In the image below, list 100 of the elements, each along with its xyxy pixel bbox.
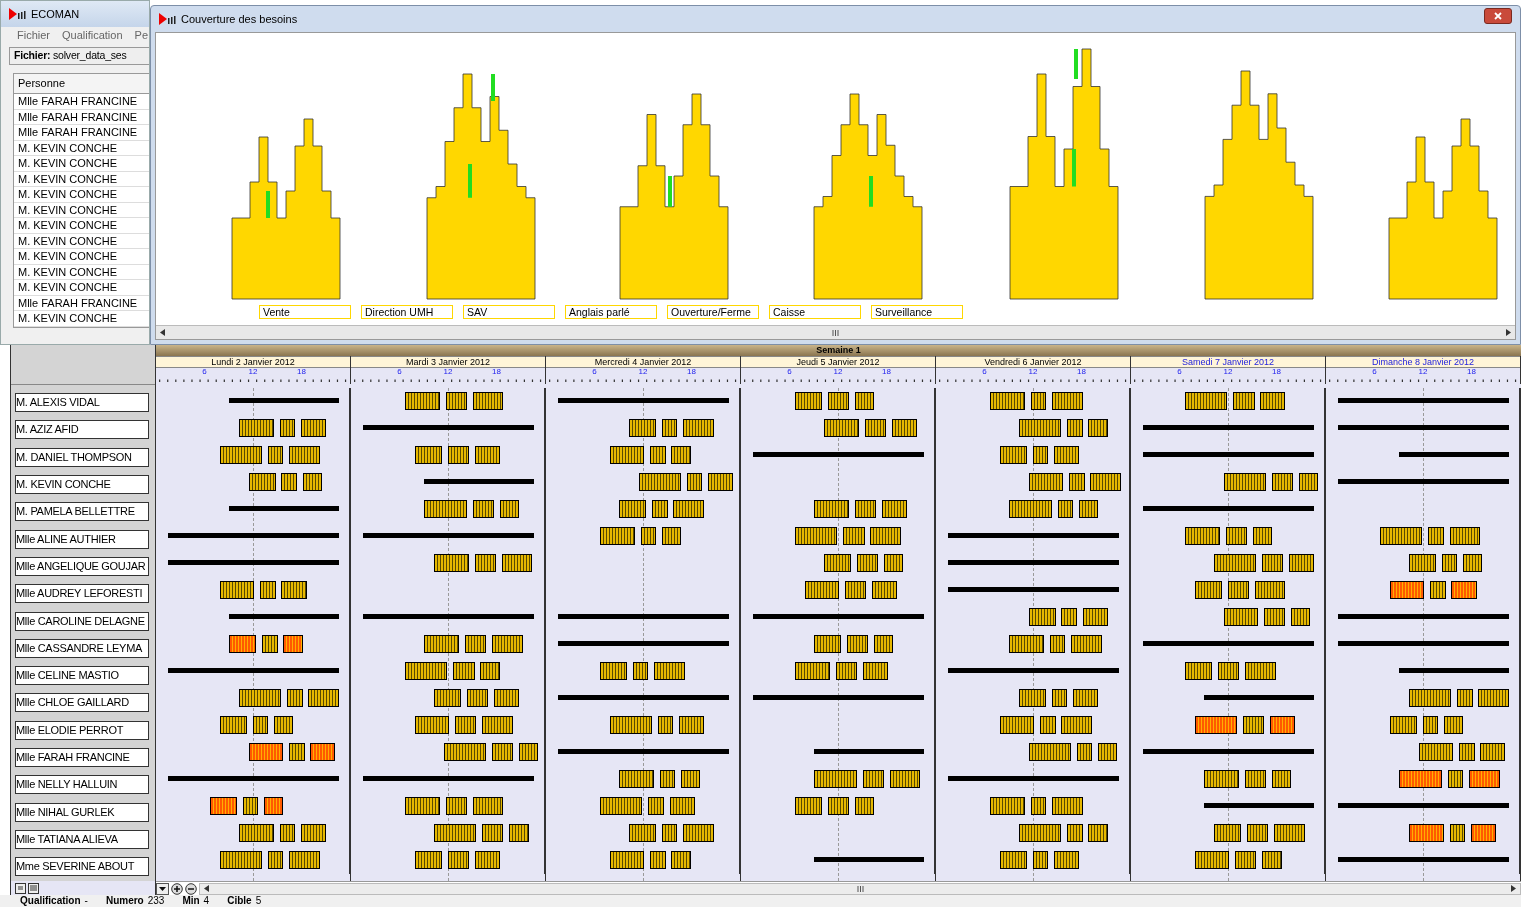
shift-block[interactable] xyxy=(219,716,247,734)
shift-block[interactable] xyxy=(1019,824,1062,842)
shift-block[interactable] xyxy=(657,716,674,734)
shift-block[interactable] xyxy=(661,419,678,437)
list-item[interactable]: M. KEVIN CONCHE xyxy=(14,171,149,187)
list-item[interactable]: M. KEVIN CONCHE xyxy=(14,249,149,265)
person-name[interactable]: Mme SEVERINE ABOUT xyxy=(15,857,149,877)
shift-block[interactable] xyxy=(671,851,691,869)
shift-block[interactable] xyxy=(1061,608,1077,626)
shift-block[interactable] xyxy=(493,689,519,707)
shift-block[interactable] xyxy=(856,554,878,572)
shift-block[interactable] xyxy=(518,743,539,761)
list-item[interactable]: Mlle FARAH FRANCINE xyxy=(14,125,149,141)
shift-block[interactable] xyxy=(1067,419,1083,437)
shift-block[interactable] xyxy=(1051,689,1068,707)
shift-block[interactable] xyxy=(308,689,340,707)
list-item[interactable]: M. KEVIN CONCHE xyxy=(14,202,149,218)
shift-block[interactable] xyxy=(679,716,705,734)
shift-block[interactable] xyxy=(1009,635,1045,653)
shift-block[interactable] xyxy=(219,851,263,869)
shift-block[interactable] xyxy=(1409,554,1436,572)
shift-block[interactable] xyxy=(1235,851,1257,869)
shift-block[interactable] xyxy=(472,392,504,410)
shift-block[interactable] xyxy=(1399,770,1442,788)
dropdown-caret-icon[interactable] xyxy=(156,882,169,895)
shift-block[interactable] xyxy=(1227,581,1249,599)
shift-block[interactable] xyxy=(239,689,282,707)
shift-block[interactable] xyxy=(891,419,917,437)
person-name[interactable]: Mlle FARAH FRANCINE xyxy=(15,748,149,767)
shift-block[interactable] xyxy=(491,635,523,653)
shift-block[interactable] xyxy=(1194,716,1238,734)
shift-block[interactable] xyxy=(1032,446,1048,464)
shift-block[interactable] xyxy=(1185,662,1213,680)
shift-block[interactable] xyxy=(273,716,293,734)
shift-block[interactable] xyxy=(609,446,645,464)
shift-block[interactable] xyxy=(300,419,326,437)
shift-block[interactable] xyxy=(267,851,284,869)
shift-block[interactable] xyxy=(827,392,850,410)
shift-block[interactable] xyxy=(239,824,274,842)
person-name[interactable]: Mlle CASSANDRE LEYMA xyxy=(15,638,149,658)
shift-block[interactable] xyxy=(650,446,666,464)
shift-block[interactable] xyxy=(414,716,450,734)
shift-block[interactable] xyxy=(480,662,500,680)
shift-block[interactable] xyxy=(482,716,514,734)
shift-block[interactable] xyxy=(999,851,1027,869)
scroll-right-icon[interactable] xyxy=(1511,885,1516,892)
list-item[interactable]: Mlle FARAH FRANCINE xyxy=(14,109,149,125)
zoom-out-icon[interactable] xyxy=(185,882,197,895)
shift-block[interactable] xyxy=(1061,716,1093,734)
list-item[interactable]: M. KEVIN CONCHE xyxy=(14,187,149,203)
shift-block[interactable] xyxy=(279,419,295,437)
shift-block[interactable] xyxy=(1051,392,1083,410)
shift-block[interactable] xyxy=(242,797,259,815)
shift-block[interactable] xyxy=(264,797,284,815)
shift-block[interactable] xyxy=(683,824,714,842)
person-name[interactable]: M. AZIZ AFID xyxy=(15,420,149,440)
shift-block[interactable] xyxy=(648,797,664,815)
shift-block[interactable] xyxy=(804,581,840,599)
shift-block[interactable] xyxy=(289,446,321,464)
shift-block[interactable] xyxy=(1264,608,1286,626)
list-item[interactable]: M. KEVIN CONCHE xyxy=(14,280,149,296)
shift-block[interactable] xyxy=(854,500,877,518)
shift-block[interactable] xyxy=(814,770,857,788)
shift-block[interactable] xyxy=(889,770,921,788)
shift-block[interactable] xyxy=(708,473,734,491)
shift-block[interactable] xyxy=(609,851,645,869)
shift-block[interactable] xyxy=(600,527,635,545)
shift-block[interactable] xyxy=(1449,527,1481,545)
shift-block[interactable] xyxy=(1289,554,1315,572)
shift-block[interactable] xyxy=(990,392,1025,410)
person-name[interactable]: M. ALEXIS VIDAL xyxy=(15,393,149,413)
shift-block[interactable] xyxy=(424,500,467,518)
shift-block[interactable] xyxy=(281,581,307,599)
shift-block[interactable] xyxy=(824,419,859,437)
shift-block[interactable] xyxy=(1057,500,1073,518)
shift-block[interactable] xyxy=(870,527,902,545)
shift-block[interactable] xyxy=(434,689,461,707)
shift-block[interactable] xyxy=(827,797,850,815)
shift-block[interactable] xyxy=(509,824,529,842)
shift-block[interactable] xyxy=(872,581,898,599)
shift-block[interactable] xyxy=(999,716,1035,734)
shift-block[interactable] xyxy=(229,635,257,653)
shift-block[interactable] xyxy=(1019,419,1062,437)
shift-block[interactable] xyxy=(1076,743,1093,761)
shift-block[interactable] xyxy=(1233,392,1255,410)
menu-item[interactable]: Pe xyxy=(134,26,149,44)
shift-block[interactable] xyxy=(248,473,276,491)
shift-block[interactable] xyxy=(1028,608,1056,626)
person-name[interactable]: Mlle NELLY HALLUIN xyxy=(15,775,149,795)
shift-block[interactable] xyxy=(835,662,857,680)
shift-block[interactable] xyxy=(1463,554,1483,572)
shift-block[interactable] xyxy=(619,770,655,788)
shift-block[interactable] xyxy=(1291,608,1311,626)
shift-block[interactable] xyxy=(501,554,533,572)
list-item[interactable]: M. KEVIN CONCHE xyxy=(14,156,149,172)
shift-block[interactable] xyxy=(1273,824,1305,842)
shift-block[interactable] xyxy=(260,581,276,599)
shift-block[interactable] xyxy=(472,797,504,815)
shift-block[interactable] xyxy=(1088,824,1108,842)
person-name[interactable]: Mlle CAROLINE DELAGNE xyxy=(15,611,149,631)
